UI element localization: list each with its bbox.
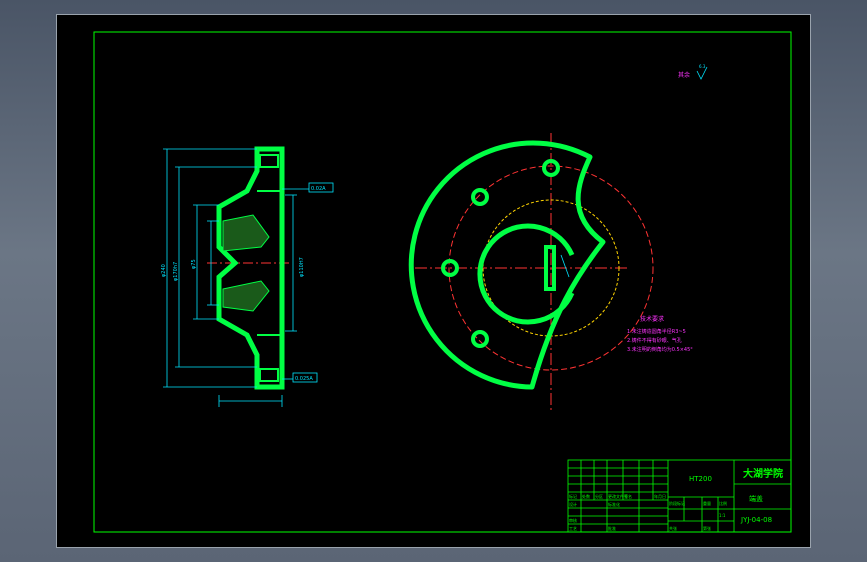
sign-cell: 审核 — [569, 517, 577, 523]
part-name: 端盖 — [749, 494, 763, 503]
bolt-hole-2 — [471, 188, 489, 206]
dim-dia-bore: φ170h7 — [173, 262, 179, 281]
sign-cell: 批准 — [608, 525, 616, 531]
tolerance-callout-bottom: 0.025A — [292, 372, 318, 383]
scale-value: 1:1 — [719, 513, 726, 518]
tech-req-heading: 技术要求 — [640, 315, 664, 323]
top-callout-text: 0.02A — [311, 186, 326, 192]
plan-view — [408, 133, 654, 411]
section-outline — [216, 146, 285, 390]
lower-bolt-hole — [259, 368, 279, 382]
tech-requirements: 技术要求 1.未注铸造圆角半径R3~5 2.铸件不得有砂眼、气孔 3.未注明的倒… — [627, 315, 693, 353]
hatch-lower — [222, 280, 270, 312]
hatch-upper — [222, 214, 270, 252]
sheet-cell: 第张 — [703, 525, 711, 531]
dim-dia-outer: φ240 — [161, 264, 167, 277]
dimension-lines — [163, 148, 309, 407]
tech-req-item: 2.铸件不得有砂眼、气孔 — [627, 337, 682, 344]
plan-outline — [408, 140, 606, 390]
head-cell: 处数 — [582, 493, 590, 499]
tech-req-item: 3.未注明的倒角均为0.5×45° — [627, 346, 693, 353]
school-name: 大湖学院 — [743, 467, 783, 480]
stage-cell: 比例 — [719, 500, 727, 506]
head-cell: 分区 — [595, 493, 603, 499]
drawing-canvas: 0.02A 0.025A φ240 φ170h7 φ75 φ110H7 其余 6… — [56, 14, 811, 548]
keyway-dim — [560, 254, 570, 278]
cad-sheet: 0.02A 0.025A φ240 φ170h7 φ75 φ110H7 其余 6… — [93, 31, 792, 533]
sign-cell: 设计 — [569, 501, 577, 507]
dim-dia-inner: φ75 — [191, 259, 197, 269]
sign-cell: 工艺 — [569, 526, 577, 531]
bottom-callout-text: 0.025A — [295, 376, 313, 382]
section-view: 0.02A 0.025A φ240 φ170h7 φ75 φ110H7 — [161, 146, 334, 407]
material-value: HT200 — [689, 475, 712, 483]
sign-cell: 标准化 — [608, 501, 620, 507]
drawing-frame — [93, 31, 792, 533]
hub-arc — [477, 223, 575, 325]
dim-dia-hub: φ110H7 — [299, 257, 305, 277]
head-cell: 年月日 — [654, 493, 666, 499]
finish-value: 6.3 — [699, 64, 706, 69]
head-cell: 标记 — [569, 493, 577, 499]
head-cell: 签名 — [624, 493, 632, 499]
tolerance-callout-top: 0.02A — [308, 182, 334, 193]
tech-req-item: 1.未注铸造圆角半径R3~5 — [627, 328, 686, 335]
upper-bolt-hole — [259, 154, 279, 168]
sheet-cell: 共张 — [669, 525, 677, 531]
surface-finish-symbol: 其余 6.3 — [678, 64, 708, 80]
title-block: 标记 处数 分区 更改文件号 签名 年月日 设计 标准化 审核 工艺 批准 阶段… — [567, 459, 792, 533]
stage-cell: 重量 — [703, 500, 711, 506]
stage-cell: 阶段标记 — [669, 500, 685, 506]
drawing-number: JYJ-04-08 — [740, 516, 772, 524]
finish-label: 其余 — [678, 71, 690, 79]
bolt-hole-4 — [471, 330, 489, 348]
